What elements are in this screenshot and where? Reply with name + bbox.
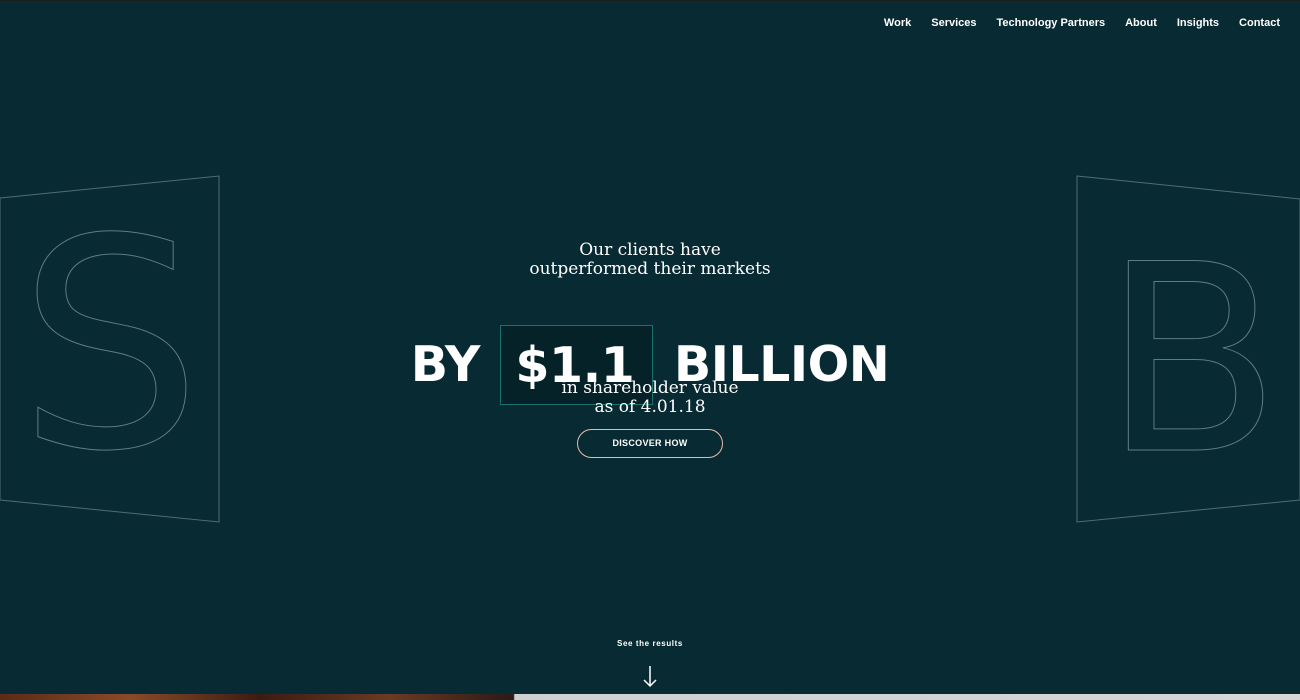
hero-sub-line-2: as of 4.01.18: [594, 397, 706, 417]
hero-lead-line-1: Our clients have: [579, 240, 721, 260]
hero-section: Our clients have outperformed their mark…: [0, 0, 1300, 700]
next-section-preview: [0, 694, 1300, 700]
see-results-link[interactable]: See the results: [0, 639, 1300, 648]
hero-page: Work Services Technology Partners About …: [0, 0, 1300, 700]
hero-lead-line-2: outperformed their markets: [529, 259, 771, 279]
arrow-down-icon[interactable]: [639, 664, 661, 690]
discover-how-button[interactable]: DISCOVER HOW: [577, 429, 723, 458]
hero-sub-line-1: in shareholder value: [561, 378, 739, 398]
